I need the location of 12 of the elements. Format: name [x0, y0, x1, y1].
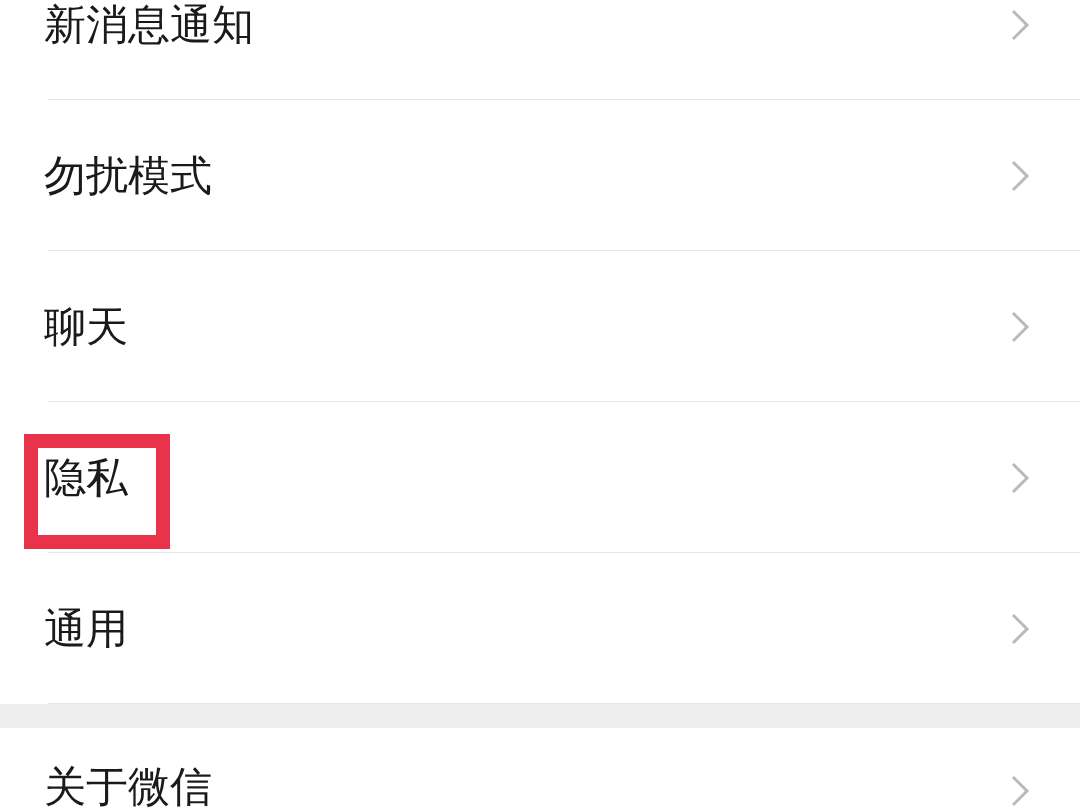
chevron-icon	[1010, 774, 1030, 808]
row-label: 新消息通知	[44, 0, 254, 51]
row-label: 通用	[44, 602, 128, 655]
row-label: 隐私	[44, 451, 128, 504]
chevron-icon	[1010, 309, 1030, 344]
chevron-icon	[1010, 460, 1030, 495]
chevron-icon	[1010, 158, 1030, 193]
row-label: 关于微信	[44, 766, 212, 808]
row-label: 勿扰模式	[44, 149, 212, 202]
chevron-icon	[1010, 7, 1030, 42]
chevron-icon	[1010, 611, 1030, 646]
row-label: 聊天	[44, 300, 128, 353]
